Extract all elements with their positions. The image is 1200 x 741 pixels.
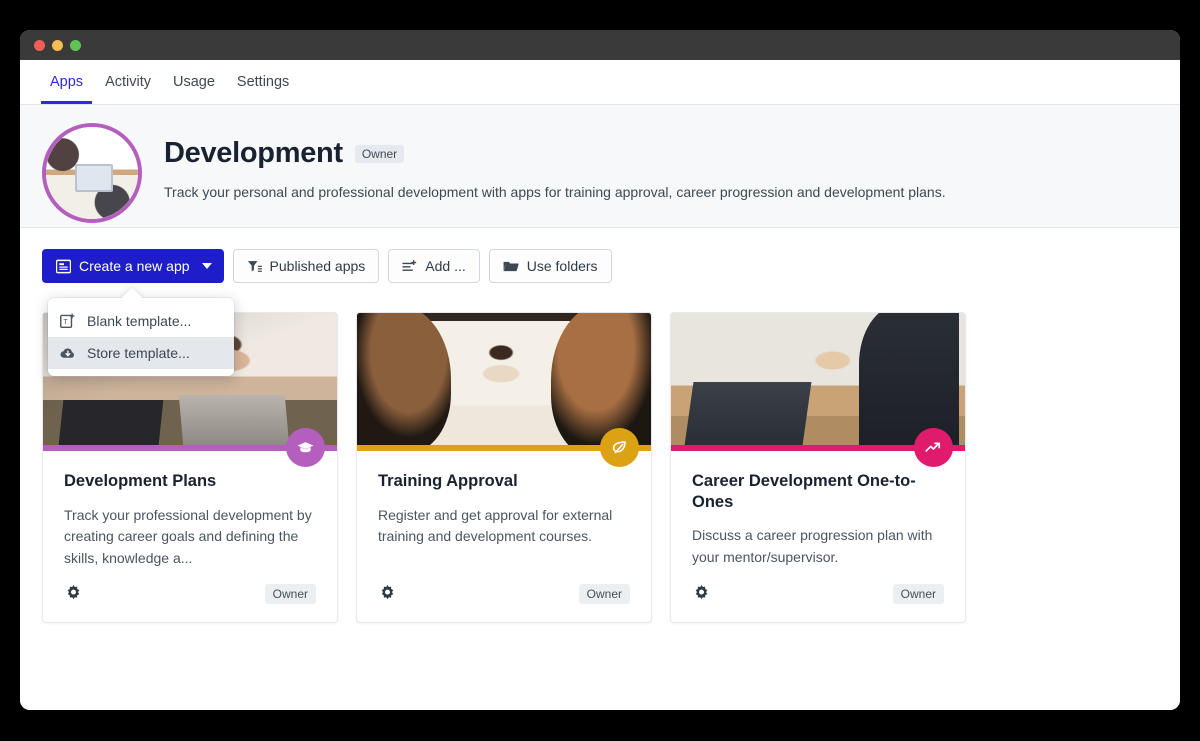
- gear-icon[interactable]: [64, 584, 83, 603]
- menu-item-store-template-label: Store template...: [87, 345, 190, 361]
- card-title: Training Approval: [378, 472, 518, 490]
- chevron-down-icon: [201, 263, 212, 269]
- title-row: Development Owner: [164, 137, 946, 170]
- blank-template-icon: T: [60, 313, 76, 329]
- published-apps-label: Published apps: [269, 258, 366, 274]
- use-folders-button[interactable]: Use folders: [488, 249, 612, 283]
- header-text-block: Development Owner Track your personal an…: [164, 123, 946, 200]
- chart-line-icon: [914, 428, 953, 467]
- page-title: Development: [164, 137, 343, 169]
- card-description: Track your professional development by c…: [64, 506, 312, 566]
- card-body: Training Approval Register and get appro…: [357, 451, 651, 570]
- workspace-header: Development Owner Track your personal an…: [20, 105, 1180, 228]
- add-label: Add ...: [425, 258, 466, 274]
- minimize-window-button[interactable]: [52, 39, 63, 51]
- gear-icon[interactable]: [378, 584, 397, 603]
- app-card-training-approval[interactable]: Training Approval Register and get appro…: [356, 312, 652, 623]
- card-footer: Owner: [357, 570, 651, 622]
- app-card-career-development-one-to-ones[interactable]: Career Development One-to-Ones Discuss a…: [670, 312, 966, 623]
- main-tab-bar: Apps Activity Usage Settings: [20, 60, 1180, 105]
- card-accent-bar: [43, 428, 337, 467]
- published-apps-button[interactable]: Published apps: [232, 249, 380, 283]
- tab-apps-label: Apps: [50, 74, 84, 90]
- avatar[interactable]: [42, 123, 142, 223]
- graduation-cap-icon: [286, 428, 325, 467]
- create-app-dropdown-menu: T Blank template... Store template...: [48, 298, 234, 376]
- card-accent-bar: [671, 428, 965, 467]
- tab-usage-label: Usage: [172, 74, 215, 90]
- window-titlebar: [20, 30, 1180, 60]
- browser-window: Apps Activity Usage Settings Development…: [20, 30, 1180, 710]
- card-footer: Owner: [43, 570, 337, 622]
- card-body: Career Development One-to-Ones Discuss a…: [671, 451, 965, 570]
- card-description: Register and get approval for external t…: [378, 506, 613, 545]
- main-content: Create a new app Published apps Add ... …: [20, 228, 1180, 710]
- maximize-window-button[interactable]: [70, 39, 81, 51]
- card-title: Career Development One-to-Ones: [692, 472, 916, 511]
- gear-icon[interactable]: [692, 584, 711, 603]
- card-footer: Owner: [671, 570, 965, 622]
- owner-badge: Owner: [354, 144, 405, 163]
- add-list-icon: [402, 259, 417, 274]
- add-button[interactable]: Add ...: [388, 249, 480, 283]
- tab-apps[interactable]: Apps: [39, 60, 94, 104]
- use-folders-label: Use folders: [526, 258, 598, 274]
- new-app-icon: [56, 259, 71, 274]
- cloud-download-icon: [60, 345, 76, 361]
- svg-text:T: T: [63, 319, 68, 326]
- close-window-button[interactable]: [34, 39, 45, 51]
- card-title: Development Plans: [64, 472, 217, 490]
- avatar-image: [46, 127, 138, 219]
- card-description: Discuss a career progression plan with y…: [692, 527, 933, 565]
- card-body: Development Plans Track your professiona…: [43, 451, 337, 570]
- tab-usage[interactable]: Usage: [162, 60, 226, 104]
- create-a-new-app-label: Create a new app: [79, 258, 190, 274]
- card-image: [671, 313, 965, 445]
- tab-settings-label: Settings: [236, 74, 290, 90]
- tab-activity[interactable]: Activity: [94, 60, 162, 104]
- tab-settings[interactable]: Settings: [226, 60, 300, 104]
- menu-item-blank-template-label: Blank template...: [87, 313, 192, 329]
- card-accent-bar: [357, 428, 651, 467]
- card-role-badge: Owner: [892, 583, 944, 604]
- app-toolbar: Create a new app Published apps Add ... …: [42, 249, 1158, 376]
- menu-item-blank-template[interactable]: T Blank template...: [48, 305, 234, 337]
- tab-activity-label: Activity: [105, 74, 151, 90]
- workspace-description: Track your personal and professional dev…: [164, 184, 946, 200]
- menu-item-store-template[interactable]: Store template...: [48, 337, 234, 369]
- card-role-badge: Owner: [578, 583, 630, 604]
- leaf-icon: [600, 428, 639, 467]
- create-a-new-app-button[interactable]: Create a new app: [42, 249, 224, 283]
- card-role-badge: Owner: [264, 583, 316, 604]
- folder-icon: [503, 259, 519, 274]
- filter-icon: [247, 259, 262, 274]
- card-image: [357, 313, 651, 445]
